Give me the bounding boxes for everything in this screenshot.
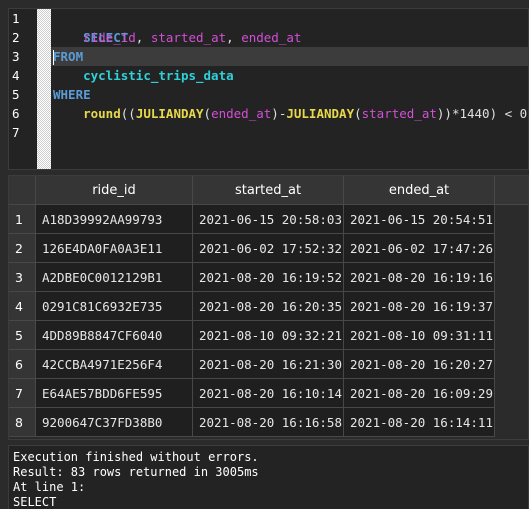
line-number: 4 <box>12 68 20 83</box>
column-ride-id: ride_id <box>83 30 136 45</box>
cell-ended-at[interactable]: 2021-08-20 16:19:16 <box>344 263 495 292</box>
keyword-from: FROM <box>53 49 84 64</box>
column-ended-at: ended_at <box>241 30 302 45</box>
cell-ride-id[interactable]: E64AE57BDD6FE595 <box>36 379 193 408</box>
cell-ride-id[interactable]: A18D39992AA99793 <box>36 205 193 234</box>
sql-editor[interactable]: 1 2 3 4 5 6 7 SELECT ride_id, started_at… <box>8 8 529 170</box>
separator: , <box>135 30 151 45</box>
expression-tail: ))*1440) < 0 <box>436 106 528 121</box>
line-number: 6 <box>12 106 20 121</box>
line-number: 3 <box>12 49 20 64</box>
code-line-3[interactable]: FROM <box>53 47 83 66</box>
line-number: 1 <box>12 11 20 26</box>
cell-ride-id[interactable]: 9200647C37FD38B0 <box>36 408 193 437</box>
code-line-6[interactable]: round((JULIANDAY(ended_at)-JULIANDAY(sta… <box>53 104 527 123</box>
paren: ( <box>354 106 362 121</box>
cell-started-at[interactable]: 2021-08-10 09:32:21 <box>193 321 344 350</box>
grid-corner[interactable] <box>9 176 36 205</box>
column-header-ride-id[interactable]: ride_id <box>36 176 193 205</box>
cell-ended-at[interactable]: 2021-08-20 16:14:11 <box>344 408 495 437</box>
row-header[interactable]: 2 <box>9 234 36 263</box>
function-julianday: JULIANDAY <box>286 106 355 121</box>
cell-ended-at[interactable]: 2021-08-20 16:20:27 <box>344 350 495 379</box>
fold-margin[interactable] <box>37 9 51 169</box>
code-line-2[interactable]: ride_id, started_at, ended_at <box>53 28 301 47</box>
row-header[interactable]: 1 <box>9 205 36 234</box>
function-julianday: JULIANDAY <box>135 106 204 121</box>
line-number: 5 <box>12 87 20 102</box>
paren: ) <box>271 106 279 121</box>
cell-ended-at[interactable]: 2021-08-10 09:31:11 <box>344 321 495 350</box>
cell-ended-at[interactable]: 2021-08-20 16:09:29 <box>344 379 495 408</box>
results-grid[interactable]: ride_id started_at ended_at 1 A18D39992A… <box>8 175 529 440</box>
argument-ended-at: ended_at <box>211 106 272 121</box>
cell-started-at[interactable]: 2021-08-20 16:21:30 <box>193 350 344 379</box>
paren: (( <box>120 106 136 121</box>
column-header-started-at[interactable]: started_at <box>193 176 344 205</box>
column-header-ended-at[interactable]: ended_at <box>344 176 495 205</box>
current-line-highlight <box>51 47 528 66</box>
line-number: 7 <box>12 125 20 140</box>
message-line: Result: 83 rows returned in 3005ms <box>13 465 259 479</box>
cell-ride-id[interactable]: 126E4DA0FA0A3E11 <box>36 234 193 263</box>
line-number-gutter: 1 2 3 4 5 6 7 <box>9 9 37 169</box>
code-line-4[interactable]: cyclistic_trips_data <box>53 66 234 85</box>
cell-ride-id[interactable]: A2DBE0C0012129B1 <box>36 263 193 292</box>
message-pane[interactable]: Execution finished without errors. Resul… <box>8 445 529 509</box>
cell-ride-id[interactable]: 4DD89B8847CF6040 <box>36 321 193 350</box>
paren: ( <box>203 106 212 121</box>
row-header[interactable]: 5 <box>9 321 36 350</box>
cell-ended-at[interactable]: 2021-08-20 16:19:37 <box>344 292 495 321</box>
cell-started-at[interactable]: 2021-06-15 20:58:03 <box>193 205 344 234</box>
cell-started-at[interactable]: 2021-08-20 16:10:14 <box>193 379 344 408</box>
row-header[interactable]: 3 <box>9 263 36 292</box>
message-line: Execution finished without errors. <box>13 450 259 464</box>
row-header[interactable]: 7 <box>9 379 36 408</box>
cell-started-at[interactable]: 2021-08-20 16:19:52 <box>193 263 344 292</box>
cell-started-at[interactable]: 2021-06-02 17:52:32 <box>193 234 344 263</box>
column-started-at: started_at <box>150 30 227 45</box>
argument-started-at: started_at <box>361 106 437 121</box>
row-header[interactable]: 6 <box>9 350 36 379</box>
cell-ride-id[interactable]: 0291C81C6932E735 <box>36 292 193 321</box>
row-header[interactable]: 4 <box>9 292 36 321</box>
line-number: 2 <box>12 30 20 45</box>
message-line: SELECT <box>13 495 57 509</box>
cell-ride-id[interactable]: 42CCBA4971E256F4 <box>36 350 193 379</box>
function-round: round <box>83 106 121 121</box>
cell-started-at[interactable]: 2021-08-20 16:20:35 <box>193 292 344 321</box>
code-line-1[interactable]: SELECT <box>53 9 128 45</box>
cell-started-at[interactable]: 2021-08-20 16:16:58 <box>193 408 344 437</box>
keyword-where: WHERE <box>53 87 91 102</box>
cell-ended-at[interactable]: 2021-06-02 17:47:26 <box>344 234 495 263</box>
message-line: At line 1: <box>13 480 86 494</box>
table-name: cyclistic_trips_data <box>83 68 234 83</box>
separator: , <box>226 30 242 45</box>
row-header[interactable]: 8 <box>9 408 36 437</box>
column-header-filler <box>495 176 528 205</box>
cell-ended-at[interactable]: 2021-06-15 20:54:51 <box>344 205 495 234</box>
code-line-5[interactable]: WHERE <box>53 85 91 104</box>
